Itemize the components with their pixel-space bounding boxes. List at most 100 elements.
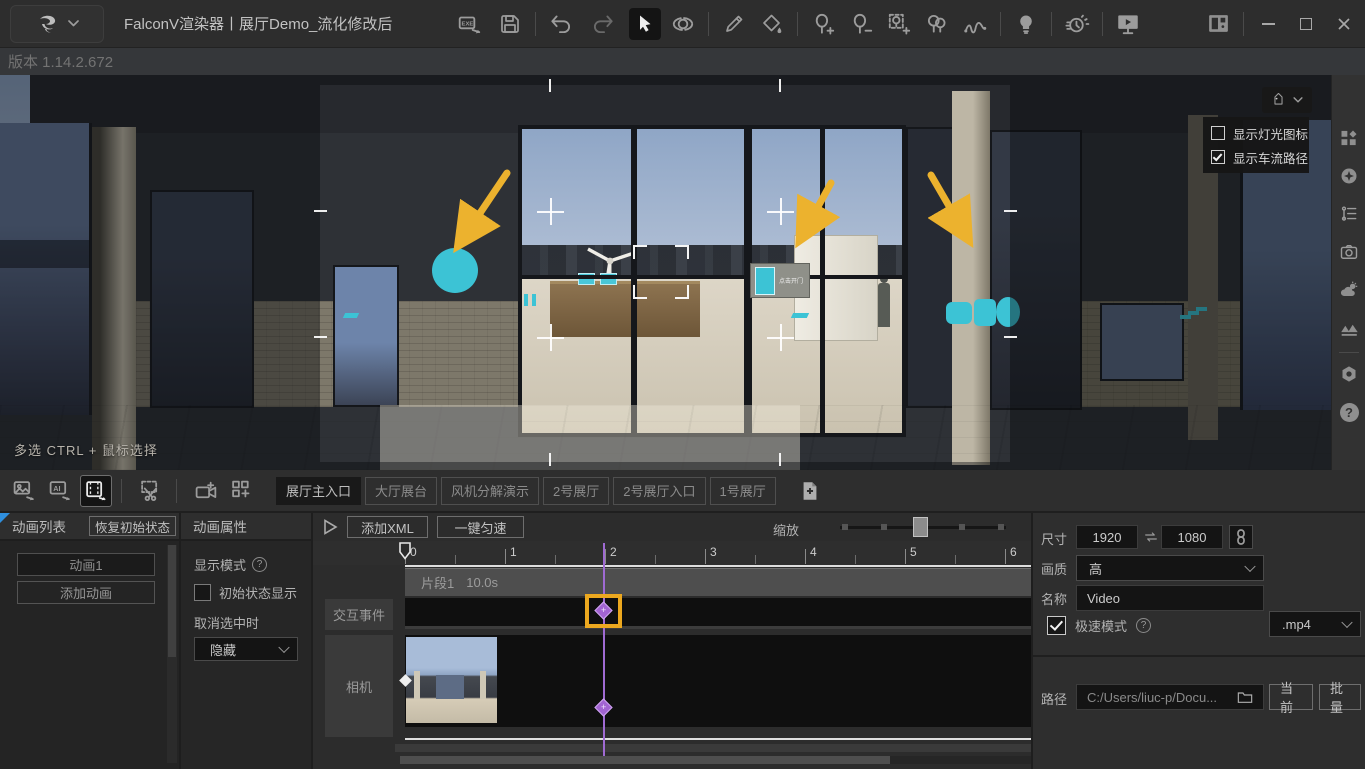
frame-tick (314, 336, 327, 338)
playhead-handle[interactable] (398, 542, 412, 560)
zoom-slider[interactable] (840, 519, 1006, 535)
minimize-button[interactable] (1253, 9, 1283, 39)
folder-icon[interactable] (1237, 690, 1253, 704)
terrain-icon[interactable] (1338, 317, 1360, 339)
turbo-mode-help-icon[interactable]: ? (1136, 618, 1151, 633)
export-image-button[interactable] (8, 475, 40, 507)
app-window: FalconV渲染器丨展厅Demo_流化修改后 EXE (0, 0, 1365, 769)
save-button[interactable] (494, 8, 526, 40)
tag-icon (1271, 93, 1286, 108)
camera-keyframe-thumbnail[interactable] (406, 637, 497, 723)
path-draw-button[interactable] (959, 8, 991, 40)
uniform-speed-button[interactable]: 一键匀速 (437, 516, 524, 538)
light-tool-button[interactable] (1010, 8, 1042, 40)
material-icon[interactable] (1338, 165, 1360, 187)
scene-tab-5[interactable]: 2号展厅入口 (613, 477, 705, 505)
timeline-ruler[interactable]: 0 1 2 3 4 5 6 (313, 541, 1031, 565)
components-icon[interactable] (1338, 127, 1360, 149)
menu-item-show-traffic-paths[interactable]: 显示车流路径 (1203, 145, 1309, 169)
add-tree-region-button[interactable] (883, 8, 915, 40)
path-input[interactable]: C:/Users/liuc-p/Docu... (1076, 684, 1264, 710)
pen-tool-button[interactable] (718, 8, 750, 40)
initial-state-checkbox[interactable] (194, 584, 211, 601)
svg-text:EXE: EXE (462, 21, 474, 27)
menu-item-show-light-icons[interactable]: 显示灯光图标 (1203, 121, 1309, 145)
clip-bar[interactable]: 片段1 10.0s (405, 568, 1031, 596)
scene-tab-3[interactable]: 风机分解演示 (441, 477, 539, 505)
export-video-button[interactable] (80, 475, 112, 507)
redo-button[interactable] (587, 8, 619, 40)
filename-input[interactable] (1076, 585, 1264, 611)
panel-corner-marker (0, 513, 10, 523)
frame-tick (779, 453, 781, 466)
paint-fill-tool-button[interactable] (756, 8, 788, 40)
toolbar-separator (1243, 12, 1244, 36)
crop-image-button[interactable] (135, 475, 167, 507)
presentation-button[interactable] (1112, 8, 1144, 40)
display-options-button[interactable] (1262, 87, 1312, 113)
scene-tab-4[interactable]: 2号展厅 (543, 477, 609, 505)
play-button[interactable] (320, 517, 340, 537)
toolbar-separator (1051, 12, 1052, 36)
add-xml-button[interactable]: 添加XML (347, 516, 428, 538)
playhead-line[interactable] (603, 543, 605, 756)
add-grid-button[interactable] (226, 475, 258, 507)
show-light-icons-checkbox[interactable] (1211, 126, 1225, 140)
height-input[interactable] (1161, 525, 1223, 549)
viewport-3d[interactable]: 点击开门 (0, 75, 1331, 470)
export-settings-panel: 尺寸 画质 高 名称 .mp4 极速模式 ? 路径 (1033, 513, 1365, 769)
focus-bracket (633, 245, 689, 299)
close-button[interactable] (1329, 9, 1359, 39)
toolbar-separator (1102, 12, 1103, 36)
display-mode-help-icon[interactable]: ? (252, 557, 267, 572)
turbo-mode-row[interactable]: 极速模式 ? (1047, 616, 1151, 635)
animation-list-scrollbar[interactable] (167, 545, 177, 763)
events-track[interactable] (405, 598, 1031, 629)
settings-icon[interactable] (1338, 363, 1360, 385)
vegetation-button[interactable] (921, 8, 953, 40)
export-ai-image-button[interactable]: AI (44, 475, 76, 507)
chevron-down-icon (1244, 561, 1255, 572)
turbo-mode-checkbox[interactable] (1047, 616, 1066, 635)
quality-select[interactable]: 高 (1076, 555, 1264, 581)
camera-track[interactable] (405, 635, 1031, 727)
remove-tree-button[interactable] (845, 8, 877, 40)
aspect-lock-button[interactable] (1229, 525, 1253, 549)
add-tree-button[interactable] (807, 8, 839, 40)
add-scene-tab-button[interactable] (794, 475, 826, 507)
version-bar: 版本 1.14.2.672 (0, 48, 1365, 75)
outline-icon[interactable] (1338, 203, 1360, 225)
scene-tab-2[interactable]: 大厅展台 (365, 477, 437, 505)
render-batch-button[interactable]: 批量 (1319, 684, 1361, 710)
restore-initial-state-button[interactable]: 恢复初始状态 (89, 516, 176, 536)
timeline-hscrollbar-thumb[interactable] (400, 756, 890, 764)
camera-icon[interactable] (1338, 241, 1360, 263)
maximize-button[interactable] (1291, 9, 1321, 39)
weather-icon[interactable] (1338, 279, 1360, 301)
scene-tab-6[interactable]: 1号展厅 (710, 477, 776, 505)
layout-button[interactable] (1202, 8, 1234, 40)
ruler-label: 1 (510, 545, 517, 559)
show-traffic-paths-checkbox[interactable] (1211, 150, 1225, 164)
thirds-cross (767, 324, 794, 351)
link-icon (1235, 529, 1247, 545)
zoom-slider-handle[interactable] (913, 517, 928, 537)
deselect-behavior-select[interactable]: 隐藏 (194, 637, 298, 661)
frame-tick (549, 79, 551, 92)
select-tool-button[interactable] (629, 8, 661, 40)
help-icon[interactable]: ? (1338, 401, 1360, 423)
orbit-tool-button[interactable] (667, 8, 699, 40)
timeline-hscrollbar[interactable] (400, 756, 1031, 764)
undo-button[interactable] (545, 8, 577, 40)
app-menu-button[interactable] (10, 5, 104, 43)
render-current-button[interactable]: 当前 (1269, 684, 1313, 710)
add-animation-button[interactable]: 添加动画 (17, 581, 155, 604)
width-input[interactable] (1076, 525, 1138, 549)
initial-state-row[interactable]: 初始状态显示 (194, 583, 297, 602)
format-select[interactable]: .mp4 (1269, 611, 1361, 637)
scene-tab-1[interactable]: 展厅主入口 (276, 477, 361, 505)
export-exe-button[interactable]: EXE (454, 8, 486, 40)
add-camera-button[interactable] (190, 475, 222, 507)
animation-item[interactable]: 动画1 (17, 553, 155, 576)
time-of-day-button[interactable] (1061, 8, 1093, 40)
